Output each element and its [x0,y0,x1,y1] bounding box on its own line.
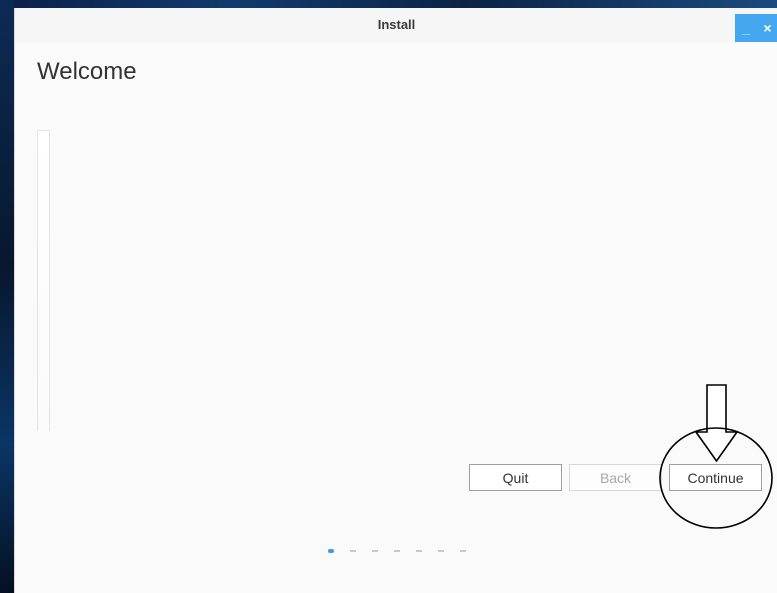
close-button[interactable]: × [757,14,777,42]
close-icon: × [763,20,772,36]
step-dot-5 [416,550,422,552]
step-dot-2 [350,550,356,552]
quit-button[interactable]: Quit [469,464,562,491]
step-dot-1 [328,549,334,553]
installer-window: Install _ × Welcome Quit Back Continue [14,8,777,593]
back-button[interactable]: Back [569,464,662,491]
page-heading: Welcome [37,58,137,85]
desktop-background-top [0,0,777,8]
minimize-button[interactable]: _ [735,14,757,42]
continue-button[interactable]: Continue [669,464,762,491]
title-bar[interactable]: Install _ × [15,8,777,42]
step-dot-4 [394,550,400,552]
step-dot-6 [438,550,444,552]
step-dot-3 [372,550,378,552]
side-panel-scroll[interactable] [37,130,50,431]
desktop-background [0,0,14,593]
window-title: Install [377,17,416,32]
step-dot-7 [460,550,466,552]
minimize-icon: _ [742,20,750,36]
